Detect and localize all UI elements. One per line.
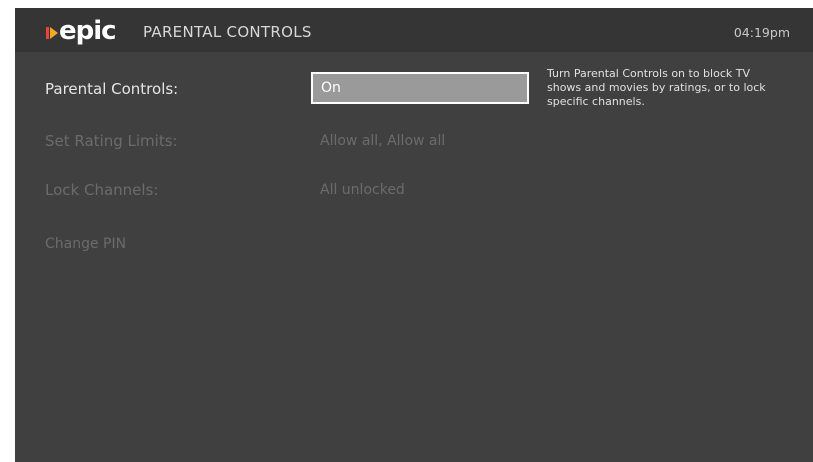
set-rating-limits-label[interactable]: Set Rating Limits: <box>45 131 178 151</box>
change-pin-item[interactable]: Change PIN <box>45 234 126 254</box>
clock: 04:19pm <box>733 25 790 40</box>
set-rating-limits-value[interactable]: Allow all, Allow all <box>320 131 445 151</box>
header-bar: epic PARENTAL CONTROLS 04:19pm <box>15 8 813 52</box>
page-title: PARENTAL CONTROLS <box>143 23 312 41</box>
logo-play-icon <box>46 27 58 39</box>
lock-channels-value[interactable]: All unlocked <box>320 180 405 200</box>
tv-screen: epic PARENTAL CONTROLS 04:19pm Parental … <box>15 8 813 462</box>
parental-controls-value-button[interactable]: On <box>311 72 529 104</box>
parental-controls-value: On <box>321 80 341 96</box>
epic-logo: epic <box>46 16 117 46</box>
lock-channels-label[interactable]: Lock Channels: <box>45 180 158 200</box>
parental-controls-label[interactable]: Parental Controls: <box>45 79 178 99</box>
help-text: Turn Parental Controls on to block TV sh… <box>547 67 766 108</box>
logo-wordmark: epic <box>59 16 117 46</box>
